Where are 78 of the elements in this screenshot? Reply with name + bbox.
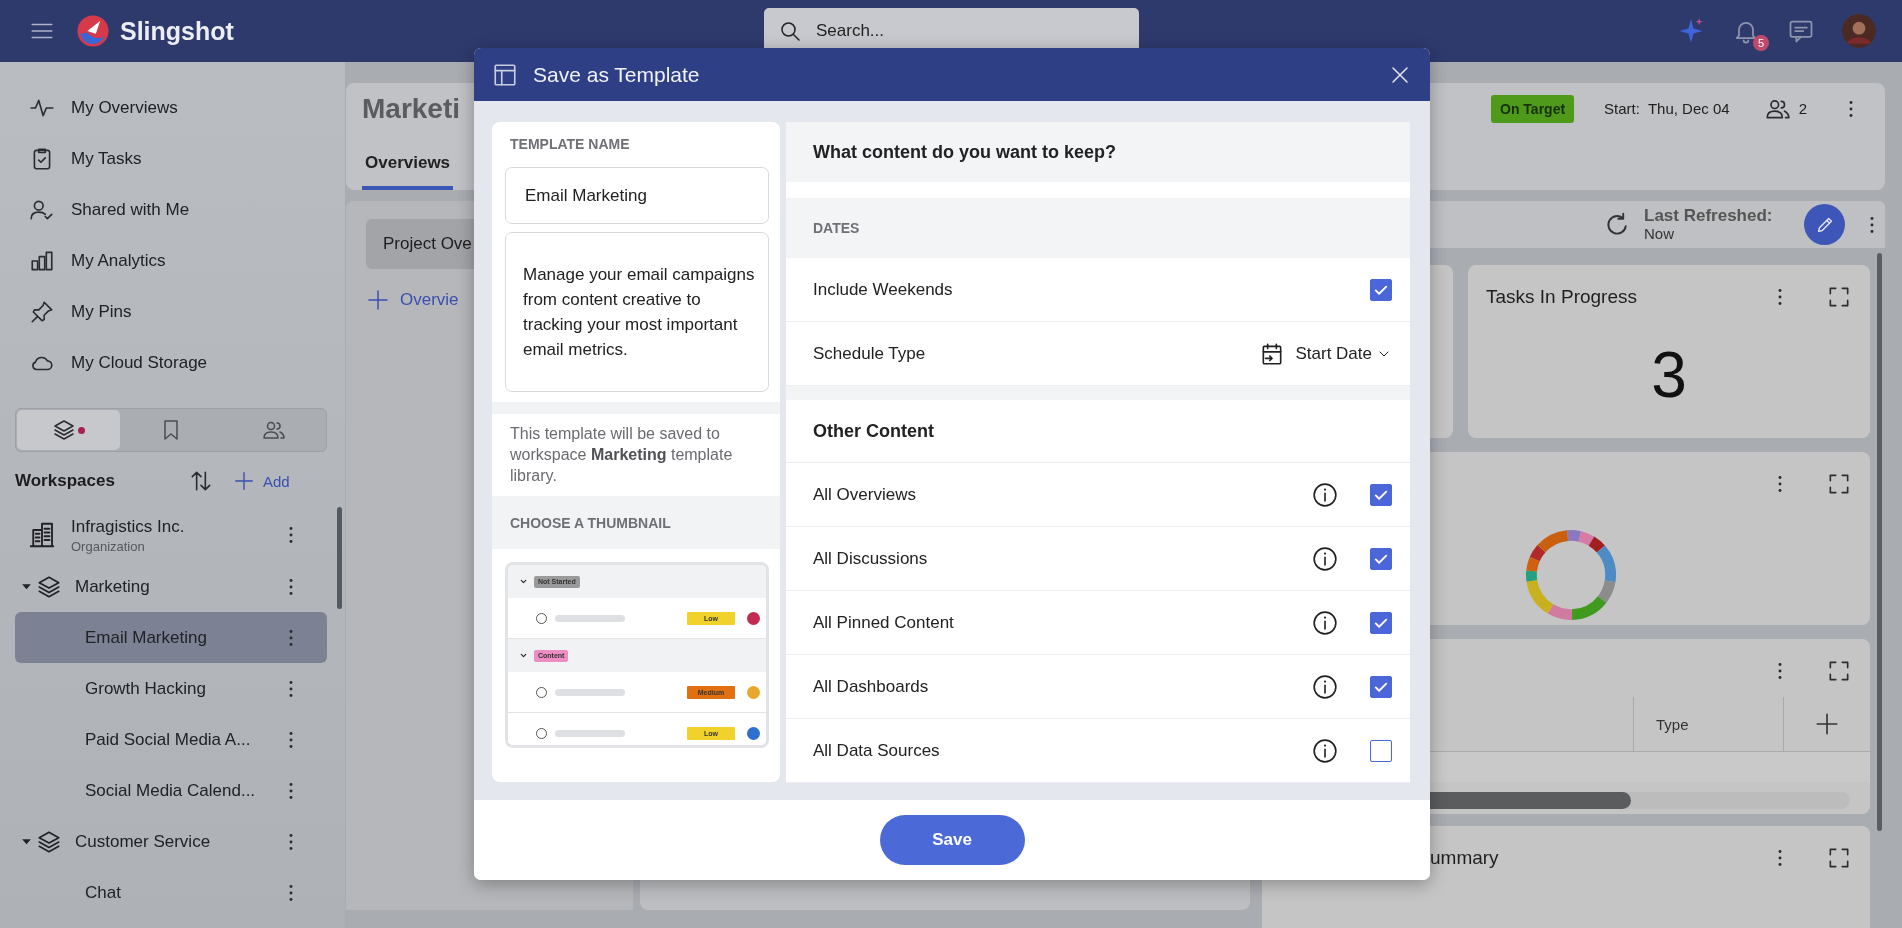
- option-label: All Dashboards: [813, 676, 930, 697]
- section-title: Other Content: [786, 386, 1410, 463]
- org-name: Infragistics Inc.: [71, 516, 185, 537]
- widget-title: ummary: [1429, 847, 1499, 869]
- text-placeholder-bar: [555, 688, 625, 696]
- checkbox[interactable]: [1370, 611, 1392, 634]
- layers-icon: [51, 418, 76, 442]
- checkbox[interactable]: [1370, 483, 1392, 506]
- name-field[interactable]: Email Marketing: [505, 167, 769, 224]
- schedule-dropdown[interactable]: Start Date: [1259, 340, 1392, 367]
- save-button[interactable]: Save: [879, 815, 1025, 865]
- checkbox[interactable]: [1370, 547, 1392, 570]
- option-label: All Pinned Content: [813, 612, 955, 633]
- plus-icon: [233, 470, 255, 492]
- nav-item[interactable]: My Pins: [0, 286, 345, 337]
- start-date: Start: Thu, Dec 04: [1604, 100, 1730, 117]
- building-icon: [27, 520, 57, 550]
- members-button[interactable]: 2: [1764, 95, 1807, 122]
- field-label: TEMPLATE NAME: [509, 135, 631, 154]
- chevron-down-icon: [519, 651, 528, 660]
- logo-icon[interactable]: [76, 14, 110, 48]
- refresh-time: Now: [1644, 225, 1675, 243]
- plus-icon: [366, 288, 390, 312]
- tree-item[interactable]: Infragistics Inc. Organization: [0, 509, 345, 561]
- view-tab[interactable]: [17, 410, 120, 450]
- scrollbar[interactable]: [1877, 253, 1882, 831]
- info-icon[interactable]: [1312, 673, 1338, 700]
- avatar-icon[interactable]: [1842, 14, 1876, 48]
- option-label: All Discussions: [813, 548, 929, 569]
- tree-item[interactable]: Social Media Calend...: [15, 765, 327, 816]
- app-name: Slingshot: [120, 16, 234, 46]
- info-icon[interactable]: [1312, 545, 1338, 572]
- info-icon[interactable]: [1312, 481, 1338, 508]
- plus-icon: [1814, 711, 1840, 737]
- info-icon[interactable]: [1312, 609, 1338, 636]
- tree-item[interactable]: Chat: [15, 867, 327, 918]
- option-label: Include Weekends: [813, 279, 954, 300]
- chevron-down-icon: [519, 577, 528, 586]
- edit-button[interactable]: [1804, 204, 1846, 245]
- checkbox[interactable]: [1370, 675, 1392, 698]
- tree-item[interactable]: Customer Service: [0, 816, 345, 867]
- tree-item[interactable]: Email Marketing: [15, 612, 327, 663]
- description-field[interactable]: Manage your email campaigns from content creative to tracking your most important email metrics.: [505, 232, 769, 392]
- tree-item[interactable]: Paid Social Media A...: [15, 714, 327, 765]
- text-placeholder-bar: [555, 729, 625, 737]
- nav-item[interactable]: My Overviews: [0, 82, 345, 133]
- scrollbar[interactable]: [337, 507, 342, 609]
- add-button[interactable]: Add: [233, 470, 290, 492]
- column-header[interactable]: Type: [1634, 697, 1784, 751]
- section-label: CHOOSE A THUMBNAIL: [492, 496, 780, 549]
- dialog-title: Save as Template: [533, 62, 700, 87]
- tab[interactable]: Overviews: [362, 139, 454, 190]
- option-label: All Overviews: [813, 484, 917, 505]
- tree-item[interactable]: Growth Hacking: [15, 663, 327, 714]
- checkbox[interactable]: [1370, 739, 1392, 762]
- overview-tab[interactable]: Project Ove: [366, 219, 474, 269]
- nav-item[interactable]: Shared with Me: [0, 184, 345, 235]
- add-overview-link[interactable]: Overvie: [366, 288, 474, 312]
- checkbox[interactable]: [1370, 278, 1392, 301]
- tree-item[interactable]: Marketing: [0, 561, 345, 612]
- template-icon: [492, 61, 518, 88]
- option-label: All Data Sources: [813, 740, 941, 761]
- text-placeholder-bar: [555, 614, 625, 622]
- status-tag: On Target: [1491, 94, 1575, 123]
- widget-title: Tasks In Progress: [1486, 286, 1637, 308]
- kpi-value: 3: [1650, 338, 1688, 412]
- search-icon: [778, 19, 802, 43]
- notification-count: 5: [1753, 35, 1769, 51]
- option-label: Schedule Type: [813, 343, 927, 364]
- nav-item[interactable]: My Cloud Storage: [0, 337, 345, 388]
- refresh-label: Last Refreshed:: [1644, 206, 1773, 226]
- nav-item[interactable]: My Analytics: [0, 235, 345, 286]
- project-title: Marketi: [362, 92, 461, 125]
- section-title: Workspaces: [15, 471, 116, 491]
- info-icon[interactable]: [1312, 737, 1338, 764]
- org-type: Organization: [71, 538, 146, 554]
- nav-item[interactable]: My Tasks: [0, 133, 345, 184]
- section-label: DATES: [786, 198, 1410, 258]
